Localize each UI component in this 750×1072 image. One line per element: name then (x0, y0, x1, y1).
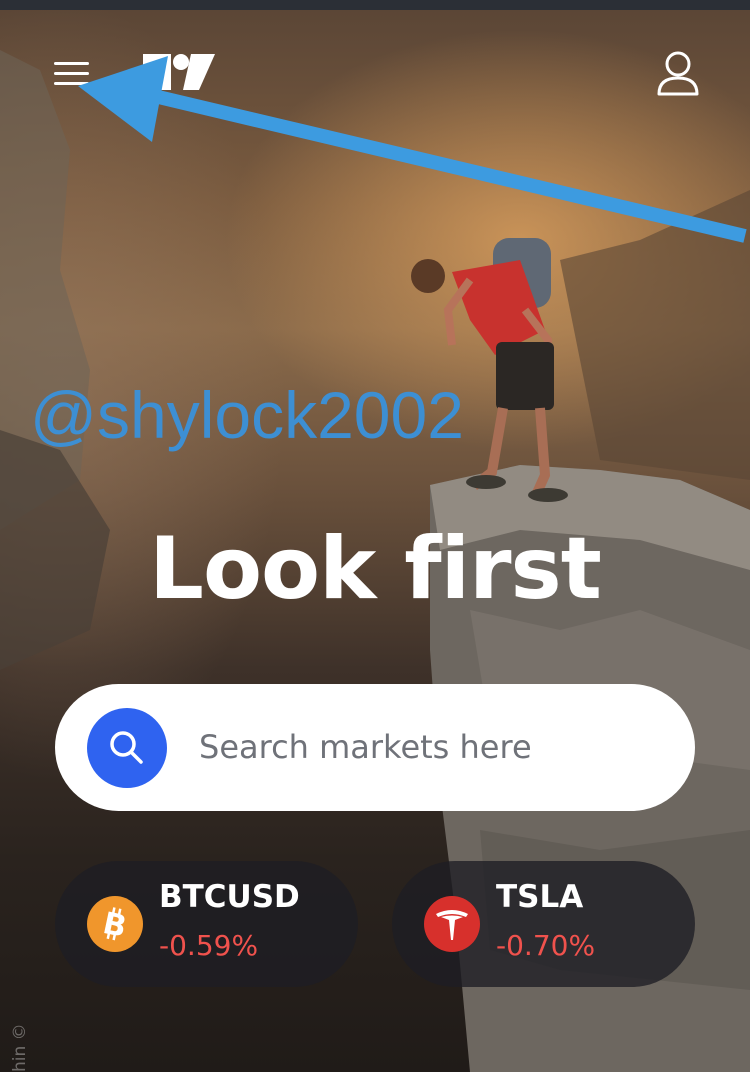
ticker-symbol: TSLA (496, 879, 584, 915)
search-input[interactable]: Search markets here (55, 684, 695, 811)
search-icon (110, 731, 143, 764)
hamburger-menu-button[interactable] (52, 60, 92, 90)
status-strip (0, 0, 750, 10)
search-placeholder: Search markets here (199, 728, 532, 766)
page-title: Look first (149, 519, 602, 619)
menu-line-icon (54, 62, 89, 65)
photo-credit: hin © (10, 1023, 30, 1072)
user-account-icon[interactable] (654, 50, 702, 98)
search-button[interactable] (87, 708, 167, 788)
ticker-card-tsla[interactable]: TSLA -0.70% (392, 861, 695, 987)
menu-line-icon (54, 82, 89, 85)
hiker-figure (411, 238, 568, 502)
watermark-text: @shylock2002 (30, 378, 464, 452)
tradingview-logo[interactable] (143, 52, 217, 92)
ticker-change: -0.59% (159, 929, 259, 962)
bitcoin-icon: B (87, 896, 143, 952)
ticker-symbol: BTCUSD (159, 879, 300, 915)
ticker-card-btcusd[interactable]: B BTCUSD -0.59% (55, 861, 358, 987)
ticker-change: -0.70% (496, 929, 596, 962)
menu-line-icon (54, 72, 89, 75)
tesla-icon (424, 896, 480, 952)
